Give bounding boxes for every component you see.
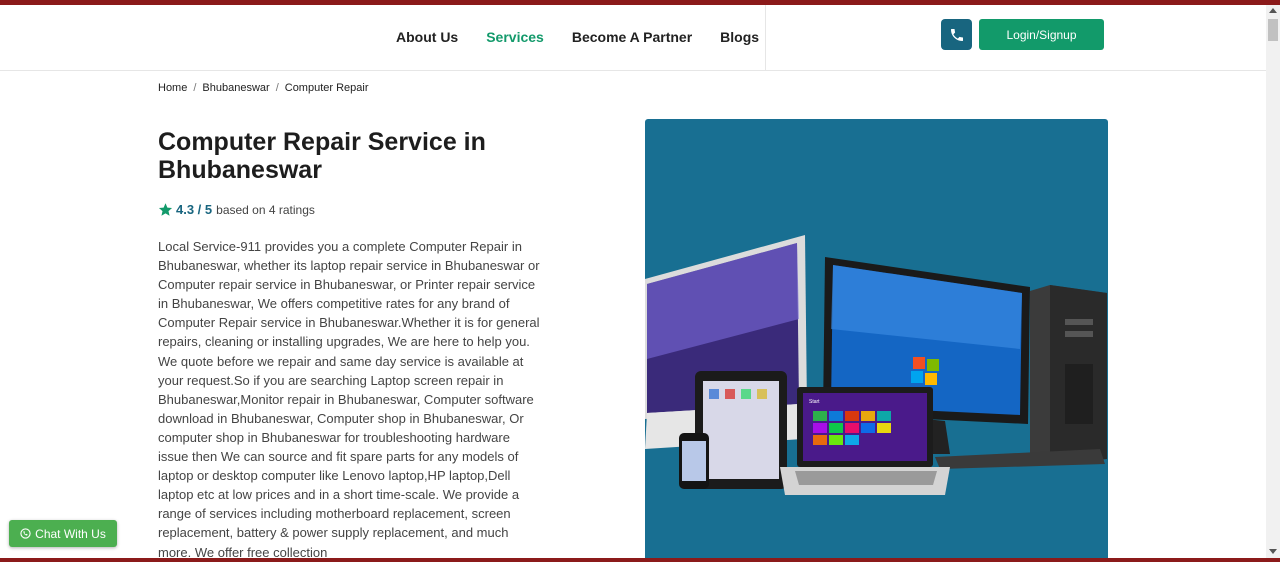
login-signup-button[interactable]: Login/Signup	[979, 19, 1104, 50]
nav-services[interactable]: Services	[486, 29, 544, 45]
header-divider	[765, 5, 766, 71]
nav-about-us[interactable]: About Us	[396, 29, 458, 45]
hero-image: Start	[645, 119, 1108, 562]
scroll-up-arrow-icon[interactable]	[1269, 8, 1277, 13]
rating-score: 4.3 / 5	[176, 202, 213, 217]
phone-icon	[950, 28, 963, 41]
page-title: Computer Repair Service in Bhubaneswar	[158, 128, 486, 184]
rating-count: based on 4 ratings	[216, 202, 315, 217]
rating-summary: 4.3 / 5 based on 4 ratings	[158, 202, 315, 217]
breadcrumb-bhubaneswar[interactable]: Bhubaneswar	[202, 82, 269, 94]
breadcrumb-separator: /	[193, 82, 197, 94]
bottom-accent-stripe	[0, 558, 1280, 562]
scroll-thumb[interactable]	[1268, 19, 1278, 41]
chat-with-us-button[interactable]: Chat With Us	[9, 520, 117, 547]
page-scrollbar[interactable]	[1266, 5, 1280, 558]
svg-text:Start: Start	[809, 399, 820, 405]
whatsapp-icon	[20, 528, 31, 539]
star-icon	[158, 203, 173, 216]
nav-blogs[interactable]: Blogs	[720, 29, 759, 45]
chat-label: Chat With Us	[35, 526, 106, 541]
breadcrumb-separator: /	[275, 82, 279, 94]
laptop-icon: Start	[780, 387, 950, 495]
scroll-down-arrow-icon[interactable]	[1269, 549, 1277, 554]
computers-illustration: Start	[645, 235, 1107, 495]
breadcrumb-home[interactable]: Home	[158, 82, 187, 94]
nav-become-a-partner[interactable]: Become A Partner	[572, 29, 692, 45]
phone-button[interactable]	[941, 19, 972, 50]
main-nav: About Us Services Become A Partner Blogs	[396, 29, 759, 45]
site-header: About Us Services Become A Partner Blogs…	[0, 5, 1266, 71]
phone-device-icon	[679, 433, 709, 489]
service-description: Local Service-911 provides you a complet…	[158, 239, 540, 560]
breadcrumb: Home / Bhubaneswar / Computer Repair	[158, 82, 369, 94]
desktop-tower-icon	[1030, 285, 1107, 465]
breadcrumb-current: Computer Repair	[284, 82, 369, 94]
